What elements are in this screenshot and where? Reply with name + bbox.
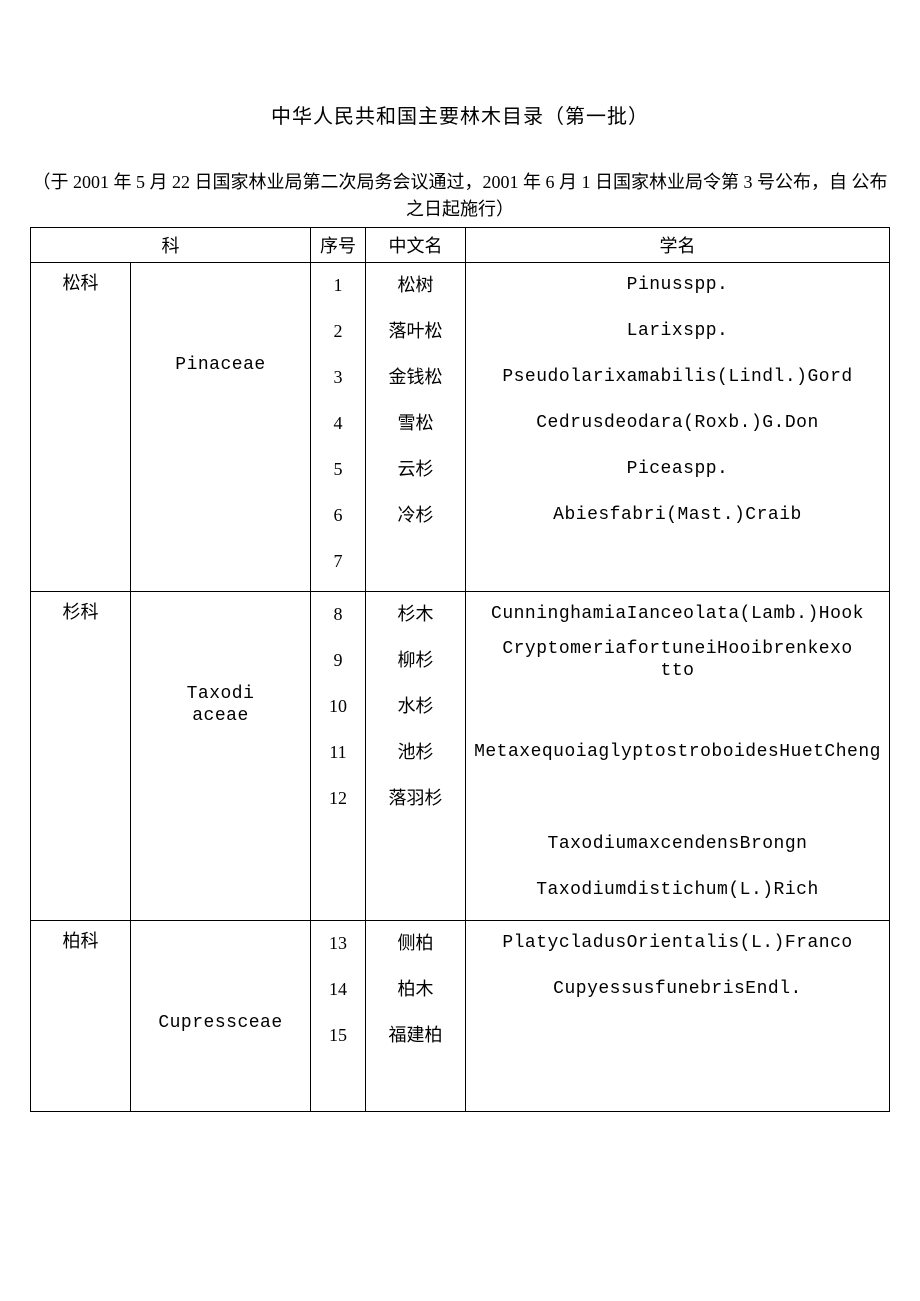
cn-name: 柏木 <box>398 967 434 1013</box>
family-latin: Cupressceae <box>131 921 310 1105</box>
seq-value: 8 <box>334 592 343 638</box>
seq-value: 12 <box>329 776 347 822</box>
seq-cell: 131415 <box>311 921 366 1112</box>
latin-name <box>466 1013 889 1059</box>
cn-cell: 杉木柳杉水杉池杉落羽杉 <box>366 592 466 921</box>
seq-value: 11 <box>329 730 346 776</box>
latin-name <box>466 684 889 730</box>
cn-name: 杉木 <box>398 592 434 638</box>
family-cn-cell: 松科 <box>31 263 131 592</box>
cn-name: 福建柏 <box>389 1013 443 1059</box>
family-latin: Pinaceae <box>131 263 310 585</box>
family-latin-cell: Cupressceae <box>131 921 311 1112</box>
th-cn: 中文名 <box>366 228 466 263</box>
latin-name: Abiesfabri(Mast.)Craib <box>466 493 889 539</box>
seq-value: 7 <box>334 539 343 585</box>
family-cn: 柏科 <box>31 921 130 1111</box>
th-latin: 学名 <box>466 228 890 263</box>
cn-name: 云杉 <box>398 447 434 493</box>
forest-species-table: 科 序号 中文名 学名 松科Pinaceae1234567松树落叶松金钱松雪松云… <box>30 227 890 1112</box>
seq-value: 9 <box>334 638 343 684</box>
table-row: 松科Pinaceae1234567松树落叶松金钱松雪松云杉冷杉Pinusspp.… <box>31 263 890 592</box>
cn-name: 水杉 <box>398 684 434 730</box>
seq-value: 1 <box>334 263 343 309</box>
seq-value: 14 <box>329 967 347 1013</box>
latin-name <box>466 539 889 585</box>
family-cn: 松科 <box>31 263 130 591</box>
cn-name: 池杉 <box>398 730 434 776</box>
latin-name: Cedrusdeodara(Roxb.)G.Don <box>466 401 889 447</box>
cn-cell: 侧柏柏木福建柏 <box>366 921 466 1112</box>
latin-name <box>466 776 889 822</box>
cn-cell: 松树落叶松金钱松雪松云杉冷杉 <box>366 263 466 592</box>
issuance-note: （于 2001 年 5 月 22 日国家林业局第二次局务会议通过，2001 年 … <box>30 169 890 223</box>
latin-name: Piceaspp. <box>466 447 889 493</box>
seq-cell: 89101112 <box>311 592 366 921</box>
latin-name: Larixspp. <box>466 309 889 355</box>
page-title: 中华人民共和国主要林木目录（第一批） <box>30 100 890 129</box>
latin-name <box>466 1059 889 1105</box>
latin-name: CupyessusfunebrisEndl. <box>466 967 889 1013</box>
seq-value: 5 <box>334 447 343 493</box>
seq-value: 2 <box>334 309 343 355</box>
seq-value: 10 <box>329 684 347 730</box>
family-latin-cell: Taxodi aceae <box>131 592 311 921</box>
table-header-row: 科 序号 中文名 学名 <box>31 228 890 263</box>
family-cn-cell: 柏科 <box>31 921 131 1112</box>
cn-name: 松树 <box>398 263 434 309</box>
latin-name: CryptomeriafortuneiHooibrenkexo tto <box>466 638 889 684</box>
seq-value: 4 <box>334 401 343 447</box>
latin-name: MetaxequoiaglyptostroboidesHuetCheng <box>466 730 889 776</box>
cn-name: 落羽杉 <box>389 776 443 822</box>
family-cn-cell: 杉科 <box>31 592 131 921</box>
cn-name: 金钱松 <box>389 355 443 401</box>
family-latin-cell: Pinaceae <box>131 263 311 592</box>
th-seq: 序号 <box>311 228 366 263</box>
seq-cell: 1234567 <box>311 263 366 592</box>
family-latin: Taxodi aceae <box>131 592 310 914</box>
latin-cell: CunninghamiaIanceolata(Lamb.)HookCryptom… <box>466 592 890 921</box>
seq-value: 15 <box>329 1013 347 1059</box>
latin-name: CunninghamiaIanceolata(Lamb.)Hook <box>466 592 889 638</box>
table-row: 柏科Cupressceae131415侧柏柏木福建柏PlatycladusOri… <box>31 921 890 1112</box>
cn-name: 侧柏 <box>398 921 434 967</box>
latin-cell: PlatycladusOrientalis(L.)FrancoCupyessus… <box>466 921 890 1112</box>
latin-name: Taxodiumdistichum(L.)Rich <box>466 868 889 914</box>
cn-name: 落叶松 <box>389 309 443 355</box>
cn-name: 冷杉 <box>398 493 434 539</box>
document-page: 中华人民共和国主要林木目录（第一批） （于 2001 年 5 月 22 日国家林… <box>0 0 920 1162</box>
table-row: 杉科Taxodi aceae89101112杉木柳杉水杉池杉落羽杉Cunning… <box>31 592 890 921</box>
latin-name: TaxodiumaxcendensBrongn <box>466 822 889 868</box>
latin-name: PlatycladusOrientalis(L.)Franco <box>466 921 889 967</box>
th-family: 科 <box>31 228 311 263</box>
family-cn: 杉科 <box>31 592 130 920</box>
latin-cell: Pinusspp.Larixspp.Pseudolarixamabilis(Li… <box>466 263 890 592</box>
cn-name: 雪松 <box>398 401 434 447</box>
latin-name: Pinusspp. <box>466 263 889 309</box>
latin-name: Pseudolarixamabilis(Lindl.)Gord <box>466 355 889 401</box>
seq-value: 3 <box>334 355 343 401</box>
cn-name: 柳杉 <box>398 638 434 684</box>
seq-value: 13 <box>329 921 347 967</box>
seq-value: 6 <box>334 493 343 539</box>
